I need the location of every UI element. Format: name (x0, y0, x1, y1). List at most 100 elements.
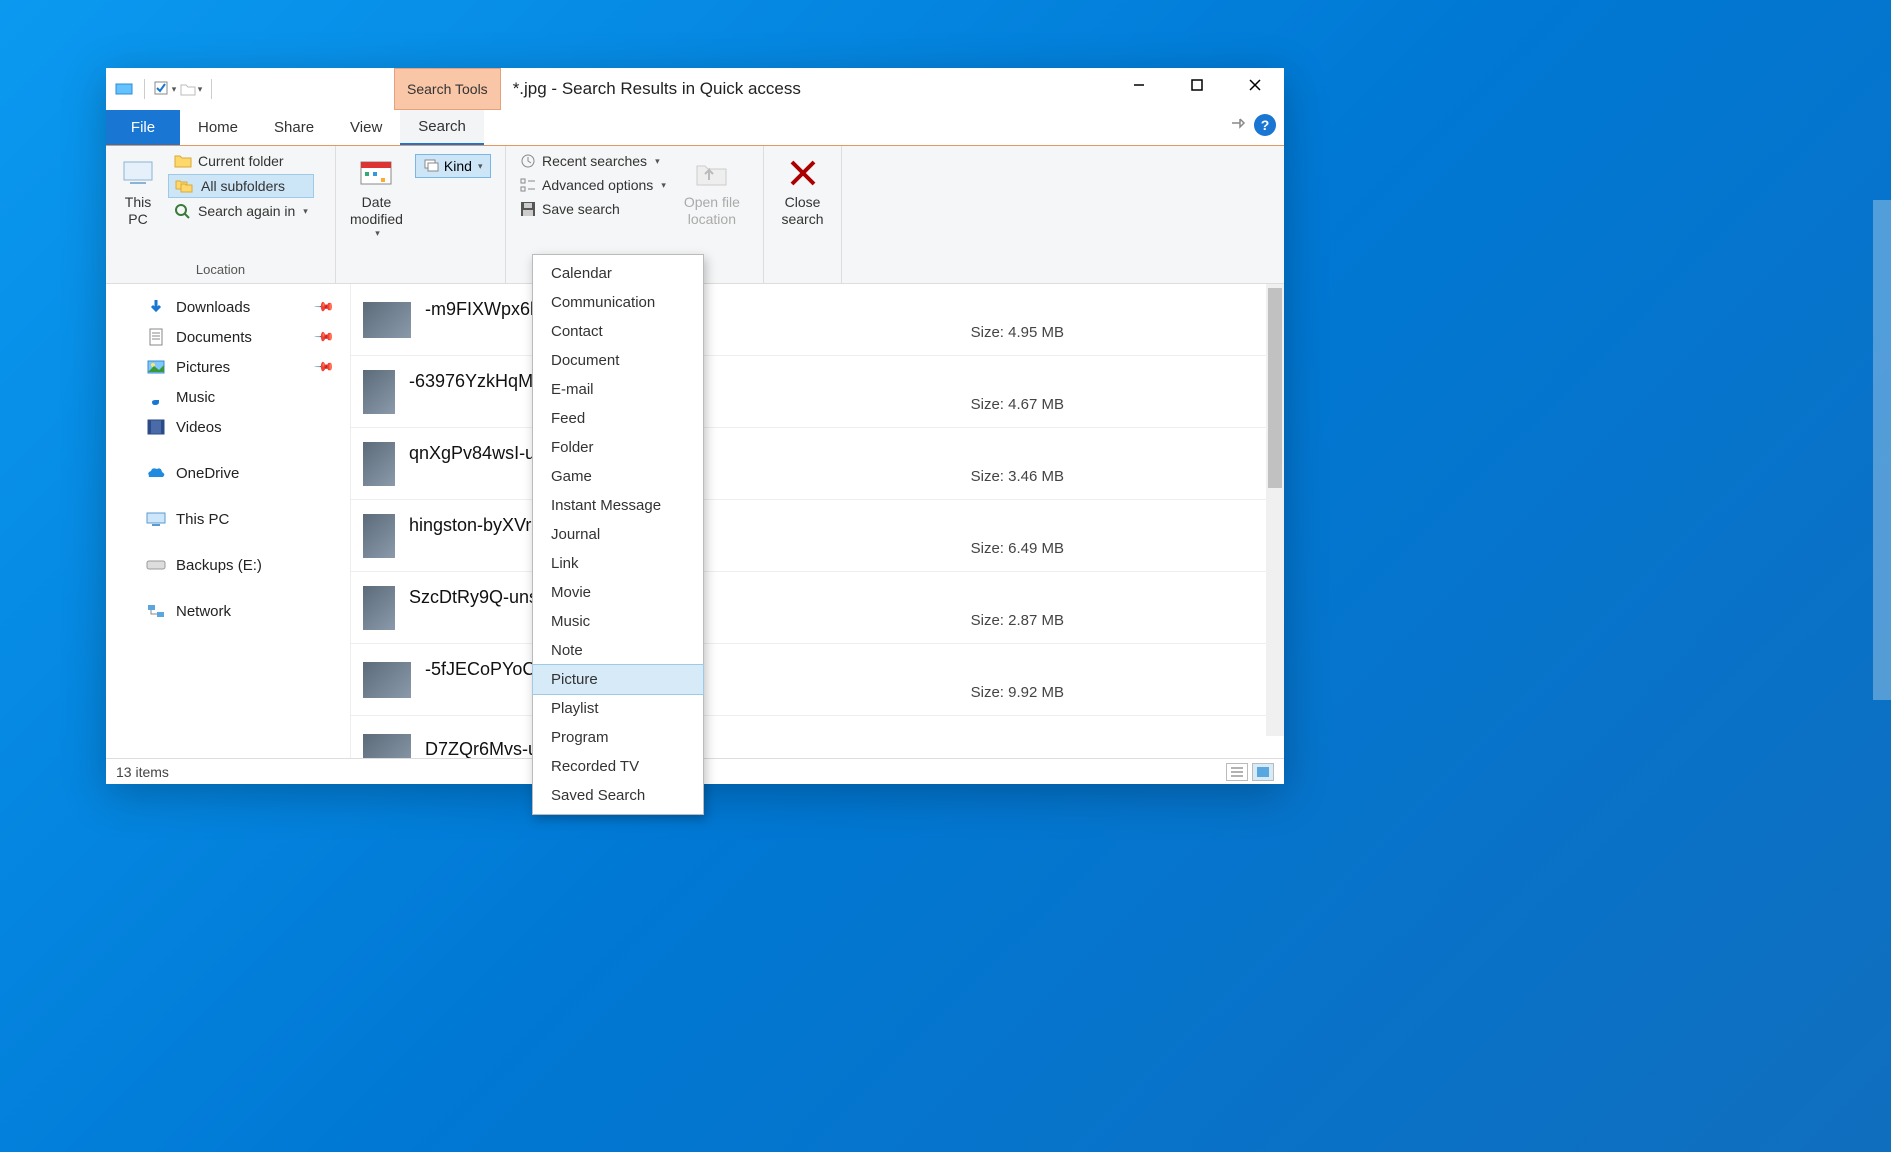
nav-onedrive[interactable]: OneDrive (110, 458, 346, 488)
tab-view[interactable]: View (332, 110, 400, 145)
kind-menu-item-saved-search[interactable]: Saved Search (533, 781, 703, 810)
nav-item-pictures[interactable]: Pictures📌 (110, 352, 346, 382)
nav-item-documents[interactable]: Documents📌 (110, 322, 346, 352)
nav-this-pc[interactable]: This PC (110, 504, 346, 534)
ribbon-tabs: File Home Share View Search ? (106, 110, 1284, 146)
result-row[interactable]: -m9FIXWpx6bI-unsplashSize: 4.95 MB (351, 284, 1284, 356)
properties-button[interactable]: ▾ (153, 77, 177, 101)
search-results-pane: -m9FIXWpx6bI-unsplashSize: 4.95 MB-63976… (351, 284, 1284, 758)
tab-file[interactable]: File (106, 110, 180, 145)
close-search-label: Close search (781, 194, 823, 228)
pc-icon (146, 509, 166, 529)
kind-button[interactable]: Kind ▾ (415, 154, 492, 178)
navigation-pane: Downloads 📌 Documents📌Pictures📌Music Videos… (106, 284, 351, 758)
kind-menu-item-note[interactable]: Note (533, 636, 703, 665)
kind-menu-item-journal[interactable]: Journal (533, 520, 703, 549)
help-button[interactable]: ? (1254, 114, 1276, 136)
save-icon (520, 201, 536, 217)
this-pc-label: This PC (125, 194, 151, 228)
close-button[interactable] (1226, 68, 1284, 102)
folders-icon (175, 178, 195, 194)
kind-menu-item-contact[interactable]: Contact (533, 317, 703, 346)
kind-menu-item-picture[interactable]: Picture (533, 665, 703, 694)
result-thumbnail (363, 302, 411, 338)
results-list: -m9FIXWpx6bI-unsplashSize: 4.95 MB-63976… (351, 284, 1284, 758)
kind-menu-item-recorded-tv[interactable]: Recorded TV (533, 752, 703, 781)
kind-menu-item-communication[interactable]: Communication (533, 288, 703, 317)
result-row[interactable]: -63976YzkHqM-unsplashSize: 4.67 MB (351, 356, 1284, 428)
checkbox-icon (154, 81, 170, 97)
this-pc-button[interactable]: This PC (114, 150, 162, 232)
kind-menu-item-music[interactable]: Music (533, 607, 703, 636)
thumbnails-view-button[interactable] (1252, 763, 1274, 781)
save-search-button[interactable]: Save search (514, 198, 672, 220)
result-row[interactable]: qnXgPv84wsI-unsplashSize: 3.46 MB (351, 428, 1284, 500)
ribbon-group-location: This PC Current folder All subfolders Se… (106, 146, 336, 283)
kind-menu-item-e-mail[interactable]: E-mail (533, 375, 703, 404)
scrollbar-thumb[interactable] (1268, 288, 1282, 488)
nav-item-downloads[interactable]: Downloads 📌 (110, 292, 346, 322)
advanced-options-button[interactable]: Advanced options ▾ (514, 174, 672, 196)
all-subfolders-button[interactable]: All subfolders (168, 174, 314, 198)
ribbon-group-label: Location (114, 262, 327, 281)
pin-ribbon-button[interactable] (1230, 115, 1246, 136)
open-file-location-label: Open file location (684, 194, 740, 228)
new-folder-button[interactable]: ▾ (179, 77, 203, 101)
kind-menu-item-instant-message[interactable]: Instant Message (533, 491, 703, 520)
explorer-icon (115, 80, 133, 98)
close-search-button[interactable]: Close search (775, 150, 829, 232)
kind-dropdown-menu: CalendarCommunicationContactDocumentE-ma… (532, 254, 704, 815)
kind-icon (424, 159, 440, 173)
quick-access-toolbar: ▾ ▾ (106, 77, 218, 101)
open-file-location-button: Open file location (678, 150, 746, 232)
nav-label: Downloads (176, 299, 250, 316)
result-row[interactable]: hingston-byXVrNaXQzI-unsplashSize: 6.49 … (351, 500, 1284, 572)
nav-label: Pictures (176, 359, 230, 376)
kind-menu-item-calendar[interactable]: Calendar (533, 259, 703, 288)
pin-icon: 📌 (313, 296, 336, 319)
nav-item-music[interactable]: Music (110, 382, 346, 412)
maximize-button[interactable] (1168, 68, 1226, 102)
tab-home[interactable]: Home (180, 110, 256, 145)
list-check-icon (520, 177, 536, 193)
nav-label: Network (176, 603, 231, 620)
titlebar: ▾ ▾ Search Tools *.jpg - Search Results … (106, 68, 1284, 110)
kind-menu-item-game[interactable]: Game (533, 462, 703, 491)
vertical-scrollbar[interactable] (1266, 284, 1284, 736)
current-folder-button[interactable]: Current folder (168, 150, 314, 172)
music-icon (146, 387, 166, 407)
kind-label: Kind (444, 158, 472, 174)
kind-menu-item-feed[interactable]: Feed (533, 404, 703, 433)
date-modified-button[interactable]: Date modified ▾ (344, 150, 409, 242)
nav-backups-drive[interactable]: Backups (E:) (110, 550, 346, 580)
result-row[interactable]: SzcDtRy9Q-unsplashSize: 2.87 MB (351, 572, 1284, 644)
nav-item-videos[interactable]: Videos (110, 412, 346, 442)
kind-menu-item-program[interactable]: Program (533, 723, 703, 752)
search-again-in-label: Search again in (198, 203, 295, 219)
save-search-label: Save search (542, 201, 620, 217)
chevron-down-icon: ▾ (303, 206, 308, 217)
result-row[interactable]: -5fJECoPYoC0-unsplashSize: 9.92 MB (351, 644, 1284, 716)
tab-share[interactable]: Share (256, 110, 332, 145)
kind-menu-item-movie[interactable]: Movie (533, 578, 703, 607)
view-mode-toggles (1226, 763, 1274, 781)
minimize-button[interactable] (1110, 68, 1168, 102)
pc-icon (120, 158, 156, 188)
app-icon[interactable] (112, 77, 136, 101)
kind-menu-item-document[interactable]: Document (533, 346, 703, 375)
kind-menu-item-playlist[interactable]: Playlist (533, 694, 703, 723)
kind-menu-item-link[interactable]: Link (533, 549, 703, 578)
ribbon-group-label (344, 277, 497, 281)
details-view-button[interactable] (1226, 763, 1248, 781)
result-row[interactable]: D7ZQr6Mvs-unsplash (351, 716, 1284, 758)
nav-network[interactable]: Network (110, 596, 346, 626)
search-again-in-button[interactable]: Search again in ▾ (168, 200, 314, 222)
chevron-down-icon: ▾ (198, 84, 203, 95)
result-thumbnail (363, 514, 395, 558)
kind-menu-item-folder[interactable]: Folder (533, 433, 703, 462)
nav-label: Videos (176, 419, 222, 436)
qat-separator (144, 79, 145, 99)
downloads-icon (146, 297, 166, 317)
recent-searches-button[interactable]: Recent searches ▾ (514, 150, 672, 172)
tab-search[interactable]: Search (400, 110, 484, 145)
